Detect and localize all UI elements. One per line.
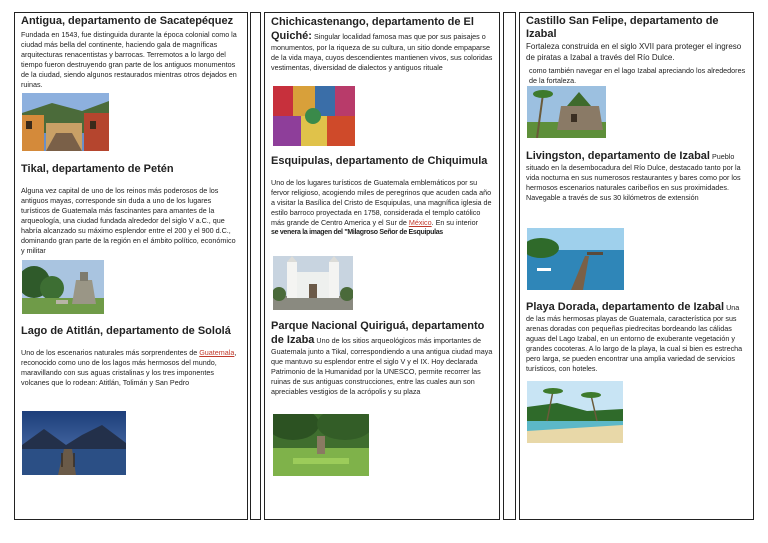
esquipulas-photo [273,256,353,310]
section-body: Uno de los lugares turísticos de Guatema… [271,178,492,227]
section-title: Esquipulas, departamento de Chiquimula [271,155,488,167]
livingston-photo [527,228,624,290]
section-chichicastenango: Chichicastenango, departamento de El Qui… [271,15,493,73]
section-body-extra: como también navegar en el lago Izabal a… [529,66,746,85]
section-title: Castillo San Felipe, departamento de Iza… [526,15,719,40]
antigua-photo [22,93,109,151]
mexico-link[interactable]: México [409,218,432,227]
column-1: Antigua, departamento de Sacatepéquez Fu… [14,12,248,520]
column-2: Chichicastenango, departamento de El Qui… [264,12,500,520]
section-body: Fundada en 1543, fue distinguida durante… [21,30,237,89]
section-body: Alguna vez capital de uno de los reinos … [21,186,236,255]
section-castillo: Castillo San Felipe, departamento de Iza… [526,15,747,86]
quirigua-photo [273,414,369,476]
section-playa-dorada: Playa Dorada, departamento de Izabal Una… [526,300,747,374]
section-body-condensed: se venera la imagen del "Milagroso Señor… [271,229,443,236]
guatemala-link[interactable]: Guatemala [199,348,234,357]
section-text: Livingston, departamento de Izabal Puebl… [526,149,747,203]
column-divider [250,12,261,520]
section-title: Playa Dorada, departamento de Izabal [526,301,725,313]
castillo-photo [527,86,606,138]
section-antigua: Antigua, departamento de Sacatepéquez Fu… [21,15,241,90]
section-body: Una de las más hermosas playas de Guatem… [526,303,743,373]
section-quirigua: Parque Nacional Quiriguá, departamento d… [271,319,493,397]
column-3: Castillo San Felipe, departamento de Iza… [519,12,754,520]
section-body: Uno de los escenarios naturales más sorp… [21,348,237,387]
section-livingston: Livingston, departamento de Izabal Puebl… [526,149,747,203]
section-title: Lago de Atitlán, departamento de Sololá [21,325,231,337]
tikal-photo [22,260,104,314]
atitlan-photo [22,411,126,475]
column-divider [503,12,516,520]
section-body: Fortaleza construida en el siglo XVII pa… [526,42,742,62]
section-text: Playa Dorada, departamento de Izabal Una… [526,300,747,374]
section-esquipulas: Esquipulas, departamento de Chiquimula U… [271,155,493,238]
section-title: Tikal, departamento de Petén [21,163,174,175]
section-title: Antigua, departamento de Sacatepéquez [21,15,234,27]
section-atitlan: Lago de Atitlán, departamento de Sololá … [21,325,241,388]
section-text: Parque Nacional Quiriguá, departamento d… [271,319,493,397]
playa-dorada-photo [527,381,623,443]
chichicastenango-photo [273,86,355,146]
section-text: Chichicastenango, departamento de El Qui… [271,15,493,73]
section-title: Livingston, departamento de Izabal [526,150,710,162]
section-tikal: Tikal, departamento de Petén Alguna vez … [21,163,241,256]
